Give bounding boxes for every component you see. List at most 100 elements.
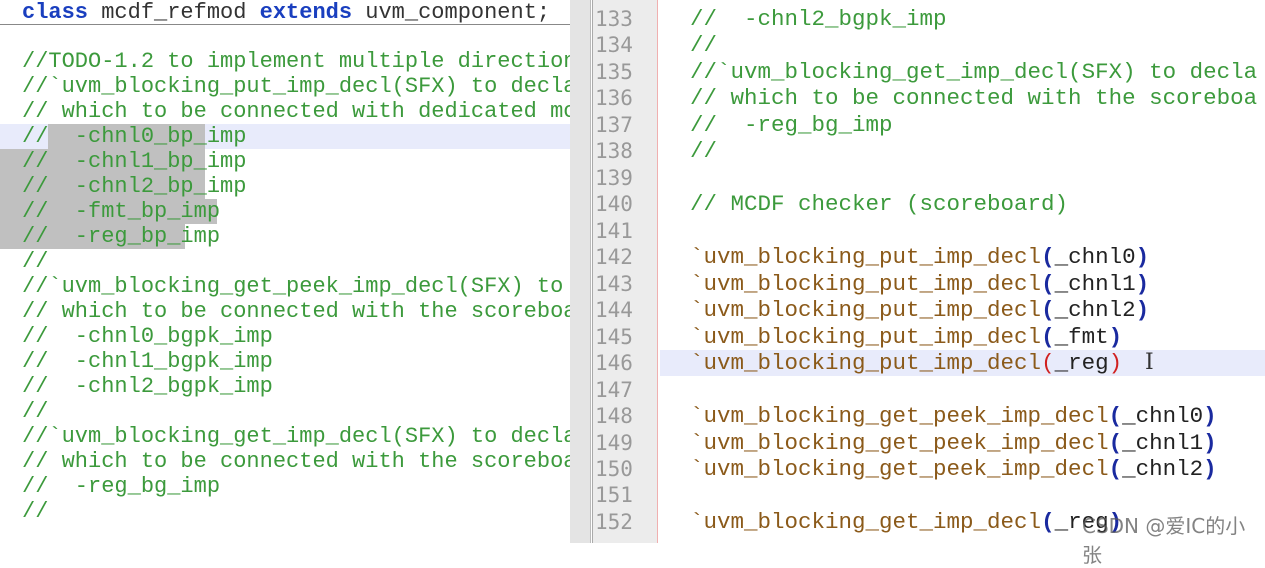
text-cursor-icon: I — [1145, 350, 1154, 375]
comment-text: // -chnl2_bgpk_imp — [22, 374, 273, 399]
code-text: `uvm_blocking_get_peek_imp_decl(_chnl1) — [690, 430, 1217, 456]
line-number: 134 — [595, 33, 633, 57]
open-paren: ( — [1041, 297, 1055, 323]
line-number: 152 — [595, 510, 633, 534]
macro-name: `uvm_blocking_put_imp_decl — [690, 350, 1042, 376]
code-line: 138 // — [570, 138, 1265, 164]
close-paren: ) — [1108, 324, 1123, 350]
comment-text: // -chnl1_bgpk_imp — [22, 349, 273, 374]
comment-text: // -chnl0_bp_imp — [22, 124, 247, 149]
close-paren: ) — [1135, 244, 1150, 270]
comment-text: // — [22, 399, 49, 424]
code-line: 150 `uvm_blocking_get_peek_imp_decl(_chnl… — [570, 456, 1265, 482]
open-paren: ( — [1041, 350, 1055, 376]
code-token-kw2: extends — [259, 0, 353, 25]
comment-text: //`uvm_blocking_get_peek_imp_decl(SFX) t… — [22, 274, 564, 299]
macro-argument: _chnl0 — [1122, 403, 1204, 429]
line-number: 142 — [595, 245, 633, 269]
code-text: `uvm_blocking_put_imp_decl(_chnl0) — [690, 244, 1149, 270]
right-editor-pane[interactable]: 133 // -chnl2_bgpk_imp 134//135//`uvm_bloc… — [570, 0, 1265, 543]
macro-name: `uvm_blocking_put_imp_decl — [690, 297, 1042, 323]
code-text: `uvm_blocking_get_peek_imp_decl(_chnl0) — [690, 403, 1217, 429]
code-line: 136 // which to be connected with the sco… — [570, 85, 1265, 111]
code-line: 146 `uvm_blocking_put_imp_decl(_reg) I — [570, 350, 1265, 376]
code-text: // which to be connected with the scoreb… — [690, 85, 1258, 111]
close-paren: ) — [1203, 456, 1217, 482]
code-line: 135 //`uvm_blocking_get_imp_decl(SFX) to … — [570, 59, 1265, 85]
line-number: 140 — [595, 192, 633, 216]
macro-name: `uvm_blocking_get_peek_imp_decl — [690, 430, 1109, 456]
line-number: 145 — [595, 325, 633, 349]
macro-name: `uvm_blocking_get_peek_imp_decl — [690, 456, 1109, 482]
line-number: 144 — [595, 298, 633, 322]
close-paren: ) — [1135, 297, 1150, 323]
code-line: 140 // MCDF checker (scoreboard) — [570, 191, 1265, 217]
close-paren: ) — [1108, 350, 1123, 376]
class-declaration: class mcdf_refmod extends uvm_component; — [22, 0, 550, 25]
macro-name: `uvm_blocking_put_imp_decl — [690, 271, 1042, 297]
comment-text: // which to be connected with dedicated … — [22, 99, 570, 124]
comment-text: // — [22, 499, 49, 524]
line-number: 143 — [595, 272, 633, 296]
line-number: 148 — [595, 404, 633, 428]
comment-text: // which to be connected with the scoreb… — [22, 299, 570, 324]
close-paren: ) — [1135, 271, 1150, 297]
line-number: 151 — [595, 483, 633, 507]
comment-text: //TODO-1.2 to implement multiple directi… — [22, 49, 570, 74]
code-line: 143 `uvm_blocking_put_imp_decl(_chnl1) — [570, 271, 1265, 297]
comment-text: // -reg_bg_imp — [22, 474, 221, 499]
comment-text: //`uvm_blocking_get_imp_decl(SFX) to dec… — [22, 424, 570, 449]
code-text: // MCDF checker (scoreboard) — [690, 191, 1069, 217]
code-token-name: mcdf_refmod — [88, 0, 260, 25]
comment-text: // which to be connected with the scoreb… — [22, 449, 570, 474]
code-text: `uvm_blocking_put_imp_decl(_chnl2) — [690, 297, 1149, 323]
macro-argument: _fmt — [1054, 324, 1109, 350]
comment-text: // -chnl0_bgpk_imp — [22, 324, 273, 349]
comment-text: // -reg_bp_imp — [22, 224, 221, 249]
sticky-header-border — [0, 24, 570, 25]
macro-name: `uvm_blocking_get_imp_decl — [690, 509, 1042, 535]
open-paren: ( — [1041, 244, 1055, 270]
line-number: 133 — [595, 7, 633, 31]
comment-text: // -chnl1_bp_imp — [22, 149, 247, 174]
open-paren: ( — [1108, 456, 1123, 482]
comment-text: // — [22, 249, 49, 274]
code-line: 141 — [570, 218, 1265, 244]
close-paren: ) — [1203, 403, 1217, 429]
comment-text: // -chnl2_bp_imp — [22, 174, 247, 199]
line-number: 150 — [595, 457, 633, 481]
line-number: 138 — [595, 139, 633, 163]
open-paren: ( — [1041, 271, 1055, 297]
line-number: 146 — [595, 351, 633, 375]
code-text: // -chnl2_bgpk_imp — [690, 6, 947, 32]
macro-argument: _chnl1 — [1122, 430, 1204, 456]
comment-text: // -fmt_bp_imp — [22, 199, 221, 224]
code-line: 149 `uvm_blocking_get_peek_imp_decl(_chnl… — [570, 430, 1265, 456]
code-line: 133 // -chnl2_bgpk_imp — [570, 6, 1265, 32]
code-line: 145 `uvm_blocking_put_imp_decl(_fmt) — [570, 324, 1265, 350]
left-editor-pane[interactable]: class mcdf_refmod extends uvm_component;… — [0, 0, 570, 543]
code-text: `uvm_blocking_get_imp_decl(_reg) — [690, 509, 1122, 535]
code-text: //`uvm_blocking_get_imp_decl(SFX) to dec… — [690, 59, 1258, 85]
macro-argument: _chnl0 — [1054, 244, 1136, 270]
code-text: `uvm_blocking_put_imp_decl(_reg) — [690, 350, 1122, 376]
open-paren: ( — [1041, 509, 1055, 535]
code-line: 137 // -reg_bg_imp — [570, 112, 1265, 138]
line-number: 136 — [595, 86, 633, 110]
line-number: 149 — [595, 431, 633, 455]
code-text: `uvm_blocking_put_imp_decl(_fmt) — [690, 324, 1122, 350]
code-line: 144 `uvm_blocking_put_imp_decl(_chnl2) — [570, 297, 1265, 323]
line-number: 139 — [595, 166, 633, 190]
close-paren: ) — [1203, 430, 1217, 456]
open-paren: ( — [1108, 430, 1123, 456]
macro-argument: _chnl2 — [1054, 297, 1136, 323]
macro-argument: _chnl1 — [1054, 271, 1136, 297]
code-line: 134 // — [570, 32, 1265, 58]
macro-name: `uvm_blocking_put_imp_decl — [690, 324, 1042, 350]
code-line: 151 — [570, 482, 1265, 508]
code-text: // -reg_bg_imp — [690, 112, 893, 138]
open-paren: ( — [1108, 403, 1123, 429]
code-text: `uvm_blocking_get_peek_imp_decl(_chnl2) — [690, 456, 1217, 482]
code-line: 142 `uvm_blocking_put_imp_decl(_chnl0) — [570, 244, 1265, 270]
line-number: 141 — [595, 219, 633, 243]
